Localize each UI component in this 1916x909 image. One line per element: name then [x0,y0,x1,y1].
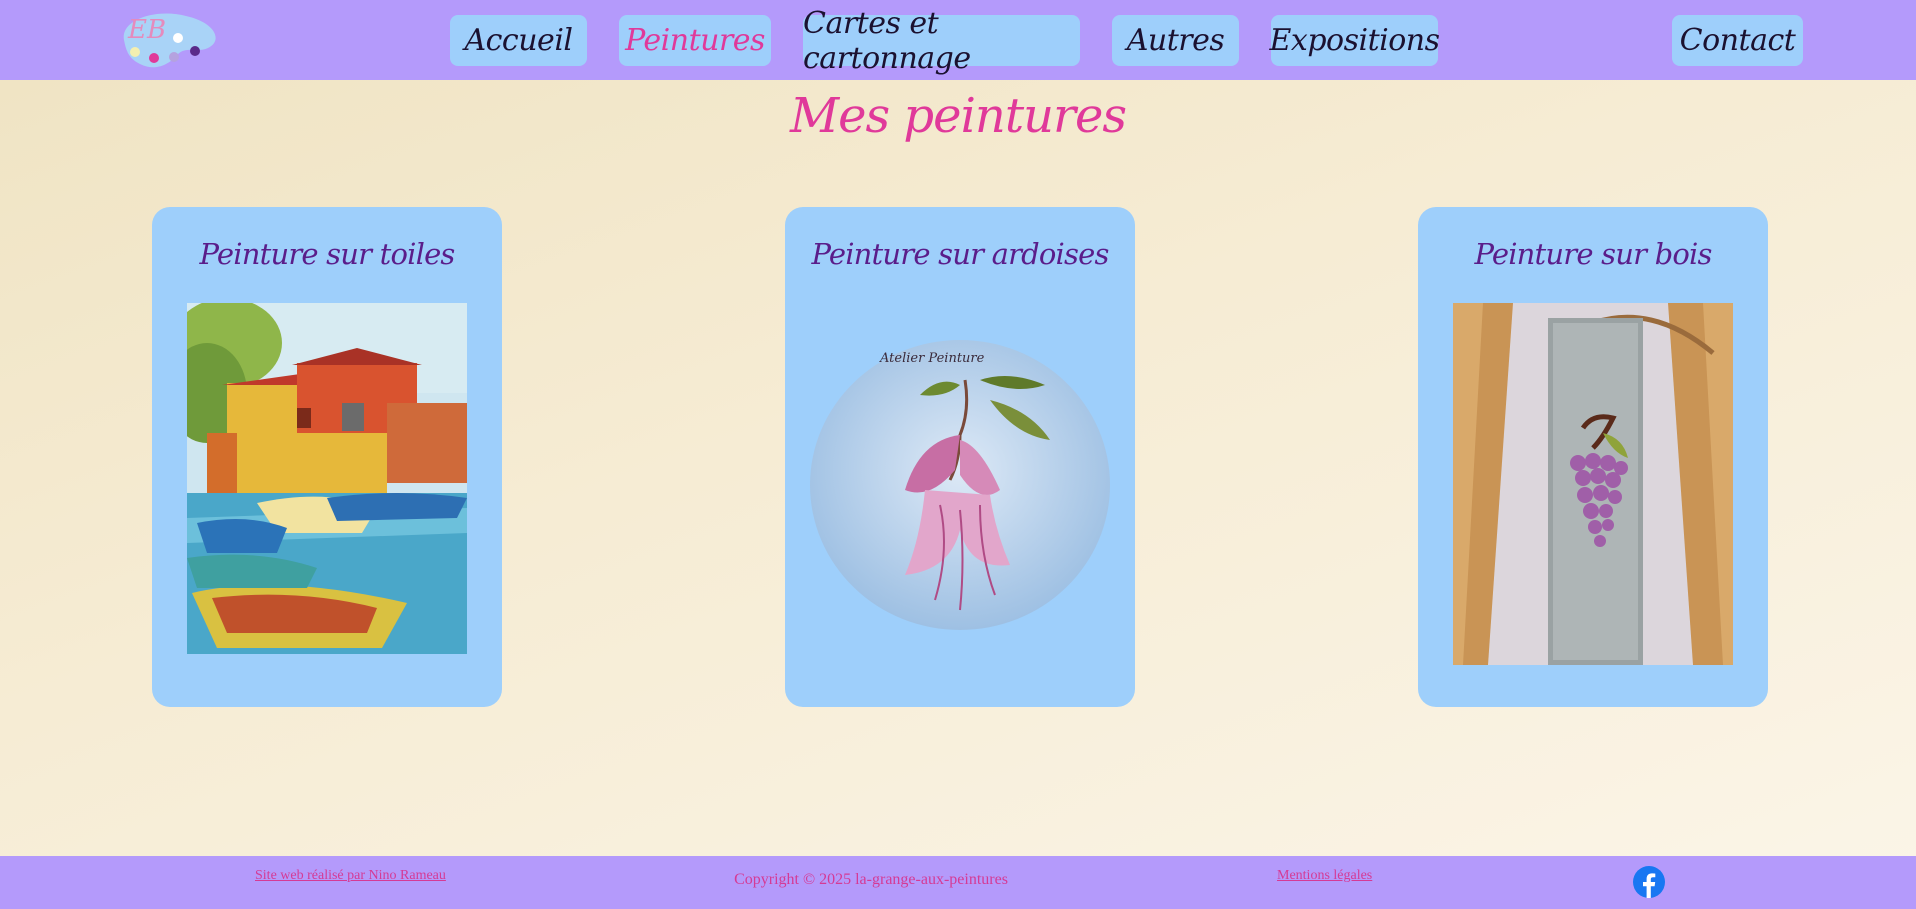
nav-accueil[interactable]: Accueil [450,15,587,66]
nav-cartes-cartonnage[interactable]: Cartes et cartonnage [803,6,1080,76]
fuchsia-slate-painting-image[interactable]: Atelier Peinture [810,340,1110,630]
card-peinture-toiles[interactable]: Peinture sur toiles [152,207,502,707]
legal-link[interactable]: Mentions légales [1277,868,1372,884]
card-title: Peinture sur toiles [199,237,455,271]
harbor-painting-image[interactable] [187,303,467,654]
card-title: Peinture sur ardoises [811,237,1109,271]
grapes-wood-painting-image[interactable] [1453,303,1733,665]
card-title: Peinture sur bois [1474,237,1712,271]
facebook-icon[interactable] [1633,866,1665,898]
page-title: Mes peintures [789,88,1127,144]
nav-peintures[interactable]: Peintures [619,15,771,66]
card-peinture-bois[interactable]: Peinture sur bois [1418,207,1768,707]
nav-autres[interactable]: Autres [1112,15,1239,66]
nav-contact[interactable]: Contact [1672,15,1803,66]
site-header: EB Accueil Peintures Cartes et cartonnag… [0,0,1916,80]
svg-text:Atelier Peinture: Atelier Peinture [879,351,985,366]
palette-logo-icon[interactable]: EB [116,10,220,70]
site-footer: Site web réalisé par Nino Rameau Copyrig… [0,856,1916,909]
nav-expositions[interactable]: Expositions [1270,15,1440,66]
card-peinture-ardoises[interactable]: Peinture sur ardoises Atelier Peinture [785,207,1135,707]
logo-text: EB [127,15,166,45]
copyright-text: Copyright © 2025 la-grange-aux-peintures [734,871,1008,888]
